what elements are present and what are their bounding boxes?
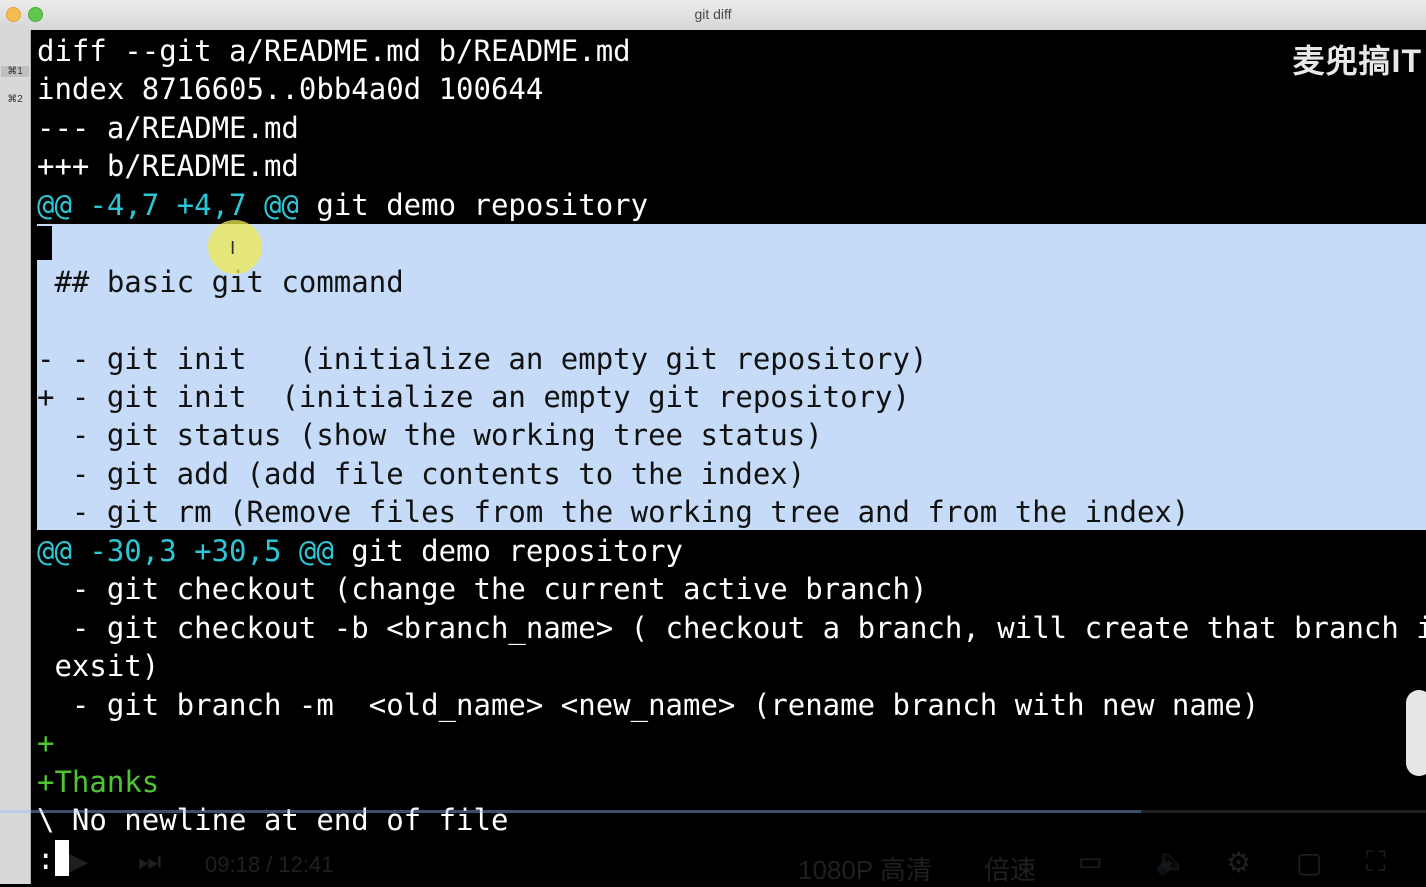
diff-line: - git rm (Remove files from the working … bbox=[37, 495, 1190, 529]
watermark-logo: 麦兜搞IT bbox=[1292, 43, 1422, 79]
hunk-context: git demo repository bbox=[333, 534, 684, 568]
window-title: git diff bbox=[694, 6, 732, 22]
hunk-header-1: @@ -4,7 +4,7 @@ git demo repository bbox=[37, 186, 648, 224]
ibeam-cursor-icon: I bbox=[230, 238, 236, 259]
diff-new-file-line: +++ b/README.md bbox=[37, 149, 299, 183]
hunk-range: @@ -4,7 +4,7 @@ bbox=[37, 188, 299, 222]
diff-line: - git checkout -b <branch_name> ( checko… bbox=[37, 611, 1426, 645]
hunk-header-2: @@ -30,3 +30,5 @@ git demo repository bbox=[37, 532, 683, 570]
diff-added-line: + bbox=[37, 726, 55, 760]
diff-line: exsit) bbox=[37, 649, 160, 683]
hunk-context: git demo repository bbox=[298, 188, 649, 222]
tab-2[interactable]: ⌘2 bbox=[1, 94, 29, 105]
prompt-cursor bbox=[55, 840, 69, 876]
pager-prompt[interactable]: : bbox=[37, 840, 54, 878]
terminal-pane[interactable]: diff --git a/README.md b/README.md index… bbox=[31, 30, 1426, 884]
diff-added-line: +Thanks bbox=[37, 765, 160, 799]
tab-1[interactable]: ⌘1 bbox=[1, 66, 29, 77]
diff-git-line: diff --git a/README.md b/README.md bbox=[37, 34, 631, 68]
diff-line: - git checkout (change the current activ… bbox=[37, 572, 928, 606]
text-cursor-block bbox=[37, 226, 52, 260]
diff-index-line: index 8716605..0bb4a0d 100644 bbox=[37, 72, 544, 106]
no-newline-notice: \ No newline at end of file bbox=[37, 803, 509, 837]
window-titlebar: git diff bbox=[0, 0, 1426, 31]
diff-line: - git status (show the working tree stat… bbox=[37, 418, 823, 452]
diff-line: - git add (add file contents to the inde… bbox=[37, 457, 806, 491]
diff-removed-line: - - git init (initialize an empty git re… bbox=[37, 342, 928, 376]
hunk-range: @@ -30,3 +30,5 @@ bbox=[37, 534, 334, 568]
side-panel-handle[interactable] bbox=[1406, 690, 1426, 776]
tab-strip: ⌘1 ⌘2 bbox=[0, 30, 31, 884]
diff-line: - git branch -m <old_name> <new_name> (r… bbox=[37, 688, 1260, 722]
diff-old-file-line: --- a/README.md bbox=[37, 111, 299, 145]
diff-added-line: + - git init (initialize an empty git re… bbox=[37, 380, 910, 414]
